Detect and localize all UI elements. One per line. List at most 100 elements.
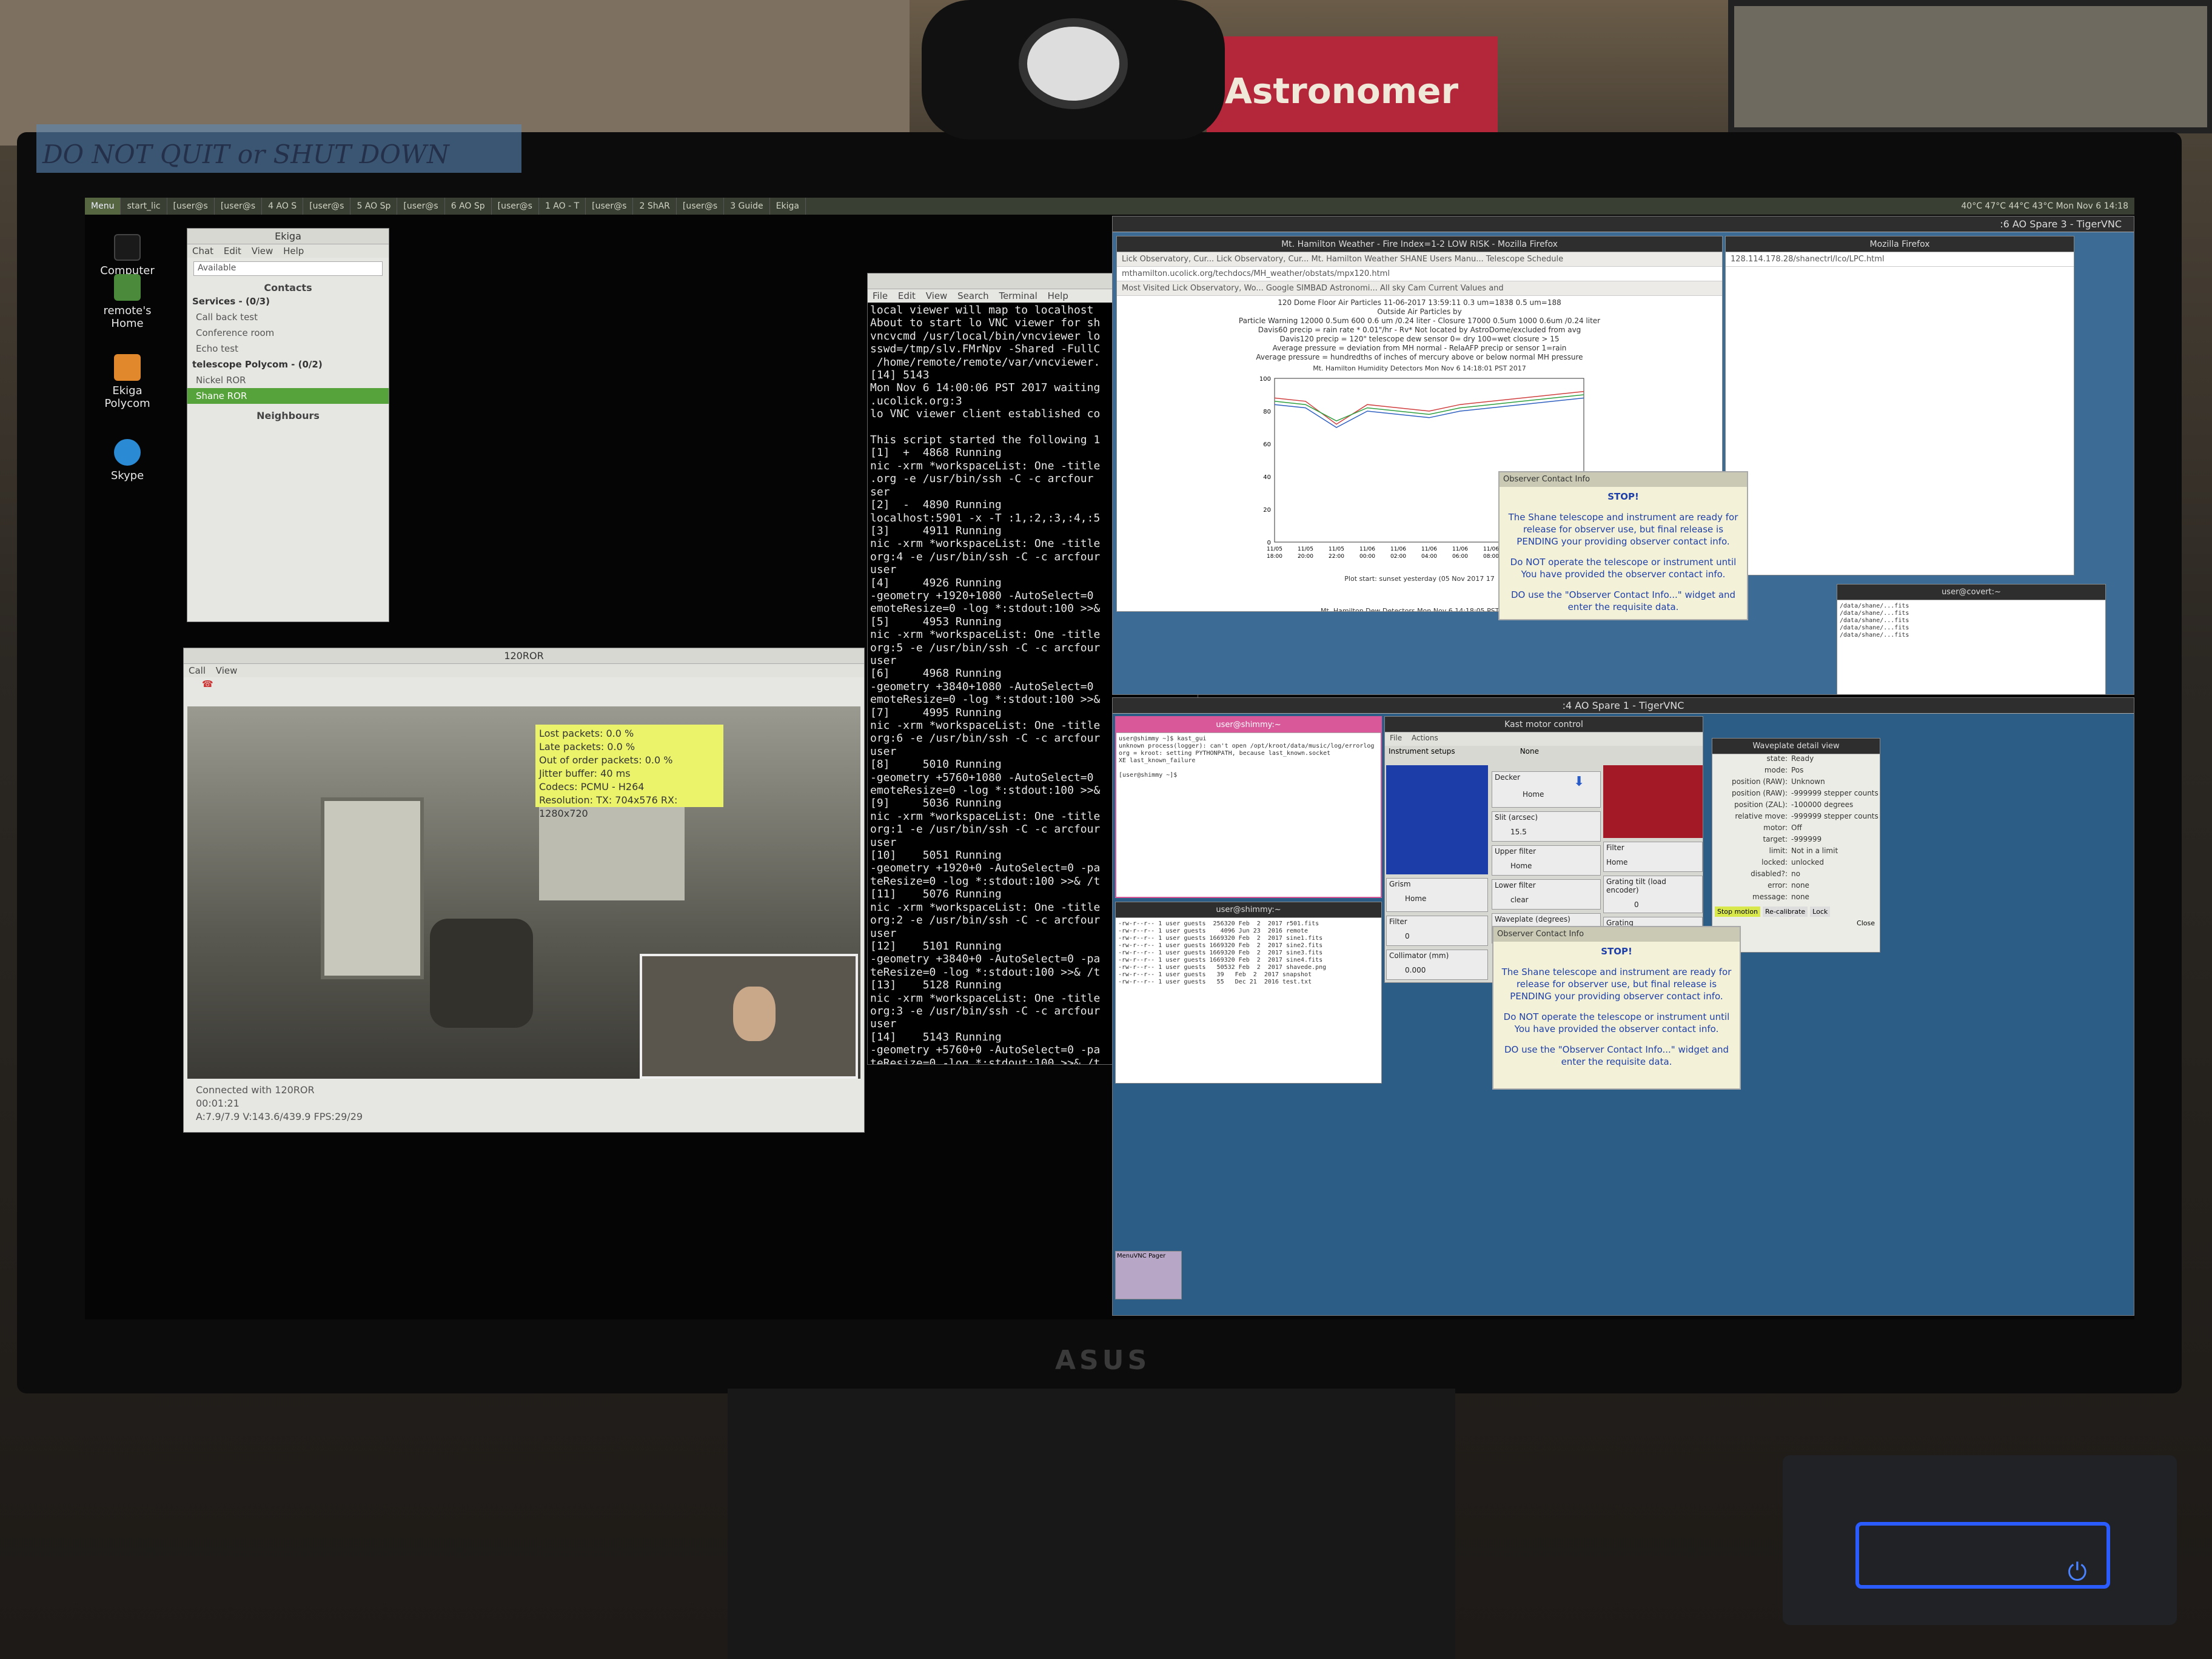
window-title[interactable]: Ekiga [187, 229, 389, 244]
x-tick-label: 11/06 [1452, 546, 1468, 552]
decker-control[interactable]: Decker Home ⬇ [1492, 771, 1601, 808]
grating-tilt-value: 0 [1634, 900, 1639, 909]
menu-item[interactable]: Edit [898, 290, 916, 301]
menu-item[interactable]: View [216, 665, 238, 676]
window-title[interactable]: :4 AO Spare 1 - TigerVNC [1113, 698, 2134, 714]
webcam [922, 0, 1225, 139]
window-title[interactable]: :6 AO Spare 3 - TigerVNC [1113, 216, 2134, 232]
menu-item[interactable]: Call [189, 665, 206, 676]
slit-control[interactable]: Slit (arcsec) 15.5 [1492, 811, 1601, 842]
taskbar-item[interactable]: 2 ShAR [633, 198, 677, 215]
lower-filter-control[interactable]: Lower filter clear [1492, 879, 1601, 910]
url-bar[interactable]: 128.114.178.28/shanectrl/lco/LPC.html [1726, 252, 2074, 267]
menu-item[interactable]: File [873, 290, 888, 301]
menu-item[interactable]: Chat [192, 246, 213, 256]
grating-tilt-control[interactable]: Grating tilt (load encoder) 0 [1603, 876, 1703, 913]
taskbar-item[interactable]: 4 AO S [262, 198, 304, 215]
contact-item[interactable]: Nickel ROR [187, 372, 389, 388]
bookmarks-bar[interactable]: Most Visited Lick Observatory, Wo... Goo… [1117, 281, 1722, 296]
menu-item[interactable]: View [926, 290, 948, 301]
stop-text: Do NOT operate the telescope or instrume… [1510, 557, 1737, 580]
menu-item[interactable]: Actions [1412, 734, 1438, 742]
waveplate-row: state: Ready [1712, 754, 1880, 766]
menu-item[interactable]: Help [1048, 290, 1068, 301]
desktop-icon-skype[interactable]: Skype [91, 439, 164, 482]
recalibrate-button[interactable]: Re-calibrate [1763, 907, 1808, 917]
menu-item[interactable]: Terminal [999, 290, 1037, 301]
decker-label: Decker [1495, 773, 1521, 782]
contact-item-selected[interactable]: Shane ROR [187, 388, 389, 404]
terminal-output[interactable]: -rw-r--r-- 1 user guests 256320 Feb 2 20… [1116, 918, 1381, 988]
desktop-icon-ekiga[interactable]: Ekiga Polycom [91, 354, 164, 410]
taskbar-item[interactable]: start_lic [121, 198, 167, 215]
stat-line: Codecs: PCMU - H264 [539, 781, 645, 793]
menu-item[interactable]: Help [283, 246, 304, 256]
taskbar-item[interactable]: 6 AO Sp [445, 198, 492, 215]
window-title[interactable]: Mozilla Firefox [1726, 236, 2074, 252]
arrow-down-icon[interactable]: ⬇ [1574, 774, 1584, 789]
stat-line: Late packets: 0.0 % [539, 741, 635, 752]
url-bar[interactable]: mthamilton.ucolick.org/techdocs/MH_weath… [1117, 267, 1722, 281]
taskbar-item[interactable]: [user@s [677, 198, 725, 215]
collimator-control[interactable]: Collimator (mm) 0.000 [1386, 950, 1488, 980]
stop-motion-button[interactable]: Stop motion [1715, 907, 1761, 917]
hangup-icon[interactable]: ☎ [184, 677, 864, 691]
contact-item[interactable]: Conference room [187, 325, 389, 341]
setup-value[interactable]: None [1520, 747, 1539, 756]
contact-group[interactable]: telescope Polycom - (0/2) [187, 357, 389, 372]
window-title[interactable]: user@covert:~ [1837, 585, 2105, 600]
terminal-output[interactable]: user@shimmy ~]$ kast_gui unknown process… [1116, 733, 1381, 782]
menu-item[interactable]: Search [957, 290, 989, 301]
taskbar-item[interactable]: 1 AO - T [539, 198, 586, 215]
minimized-pager[interactable]: MenuVNC Pager [1115, 1251, 1182, 1299]
x-tick-label: 00:00 [1359, 554, 1375, 560]
series-line-0 [1274, 390, 1584, 425]
monitor-stand [728, 1389, 1455, 1659]
waveplate-value: Ready [1791, 754, 1814, 763]
waveplate-value: none [1791, 893, 1809, 901]
webcam-lens [1019, 18, 1128, 109]
call-stats-overlay: Lost packets: 0.0 % Late packets: 0.0 % … [535, 725, 723, 819]
window-title[interactable]: Waveplate detail view [1712, 739, 1880, 754]
taskbar-item[interactable]: 5 AO Sp [350, 198, 398, 215]
window-title[interactable]: Mt. Hamilton Weather - Fire Index=1-2 LO… [1117, 236, 1722, 252]
menu-item[interactable]: File [1390, 734, 1402, 742]
taskbar-item[interactable]: [user@s [397, 198, 445, 215]
filter-right-control[interactable]: Filter Home [1603, 842, 1703, 872]
waveplate-key: locked: [1761, 858, 1788, 866]
menu-item[interactable]: View [252, 246, 273, 256]
window-title[interactable]: user@shimmy:~ [1116, 902, 1381, 918]
waveplate-row: mode: Pos [1712, 766, 1880, 777]
status-select[interactable]: Available [193, 261, 383, 276]
power-icon[interactable]: ⏻ [2068, 1558, 2087, 1586]
taskbar-item[interactable]: [user@s [492, 198, 539, 215]
menu-button[interactable]: Menu [85, 198, 121, 215]
taskbar-item[interactable]: [user@s [586, 198, 634, 215]
terminal-output[interactable]: /data/shane/...fits /data/shane/...fits … [1837, 600, 2105, 642]
desktop-icon-computer[interactable]: Computer [91, 234, 164, 277]
firefox-second: Mozilla Firefox 128.114.178.28/shanectrl… [1725, 236, 2074, 575]
lock-button[interactable]: Lock [1810, 907, 1831, 917]
waveplate-key: position (RAW): [1731, 789, 1788, 797]
taskbar-item[interactable]: [user@s [215, 198, 263, 215]
upper-filter-control[interactable]: Upper filter Home [1492, 845, 1601, 876]
desktop-icon-home[interactable]: remote's Home [91, 274, 164, 330]
taskbar-item[interactable]: Ekiga [770, 198, 806, 215]
window-title[interactable]: user@shimmy:~ [1116, 717, 1381, 733]
window-title[interactable]: 120ROR [184, 648, 864, 664]
taskbar-item[interactable]: [user@s [303, 198, 351, 215]
taskbar-item[interactable]: 3 Guide [724, 198, 770, 215]
contact-group[interactable]: Services - (0/3) [187, 293, 389, 309]
filter-control[interactable]: Filter 0 [1386, 916, 1488, 946]
taskbar-item[interactable]: [user@s [167, 198, 215, 215]
menu-item[interactable]: Edit [224, 246, 241, 256]
contact-item[interactable]: Echo test [187, 341, 389, 357]
grism-control[interactable]: Grism Home [1386, 878, 1488, 912]
weather-line: Average pressure = deviation from MH nor… [1272, 344, 1567, 352]
window-title[interactable]: Kast motor control [1385, 717, 1703, 732]
tab-bar[interactable]: Lick Observatory, Cur... Lick Observator… [1117, 252, 1722, 267]
desktop-icon-label: Skype [110, 469, 144, 482]
contact-item[interactable]: Call back test [187, 309, 389, 325]
stop-text: The Shane telescope and instrument are r… [1508, 512, 1738, 547]
monitor-brand: ASUS [1055, 1345, 1151, 1376]
